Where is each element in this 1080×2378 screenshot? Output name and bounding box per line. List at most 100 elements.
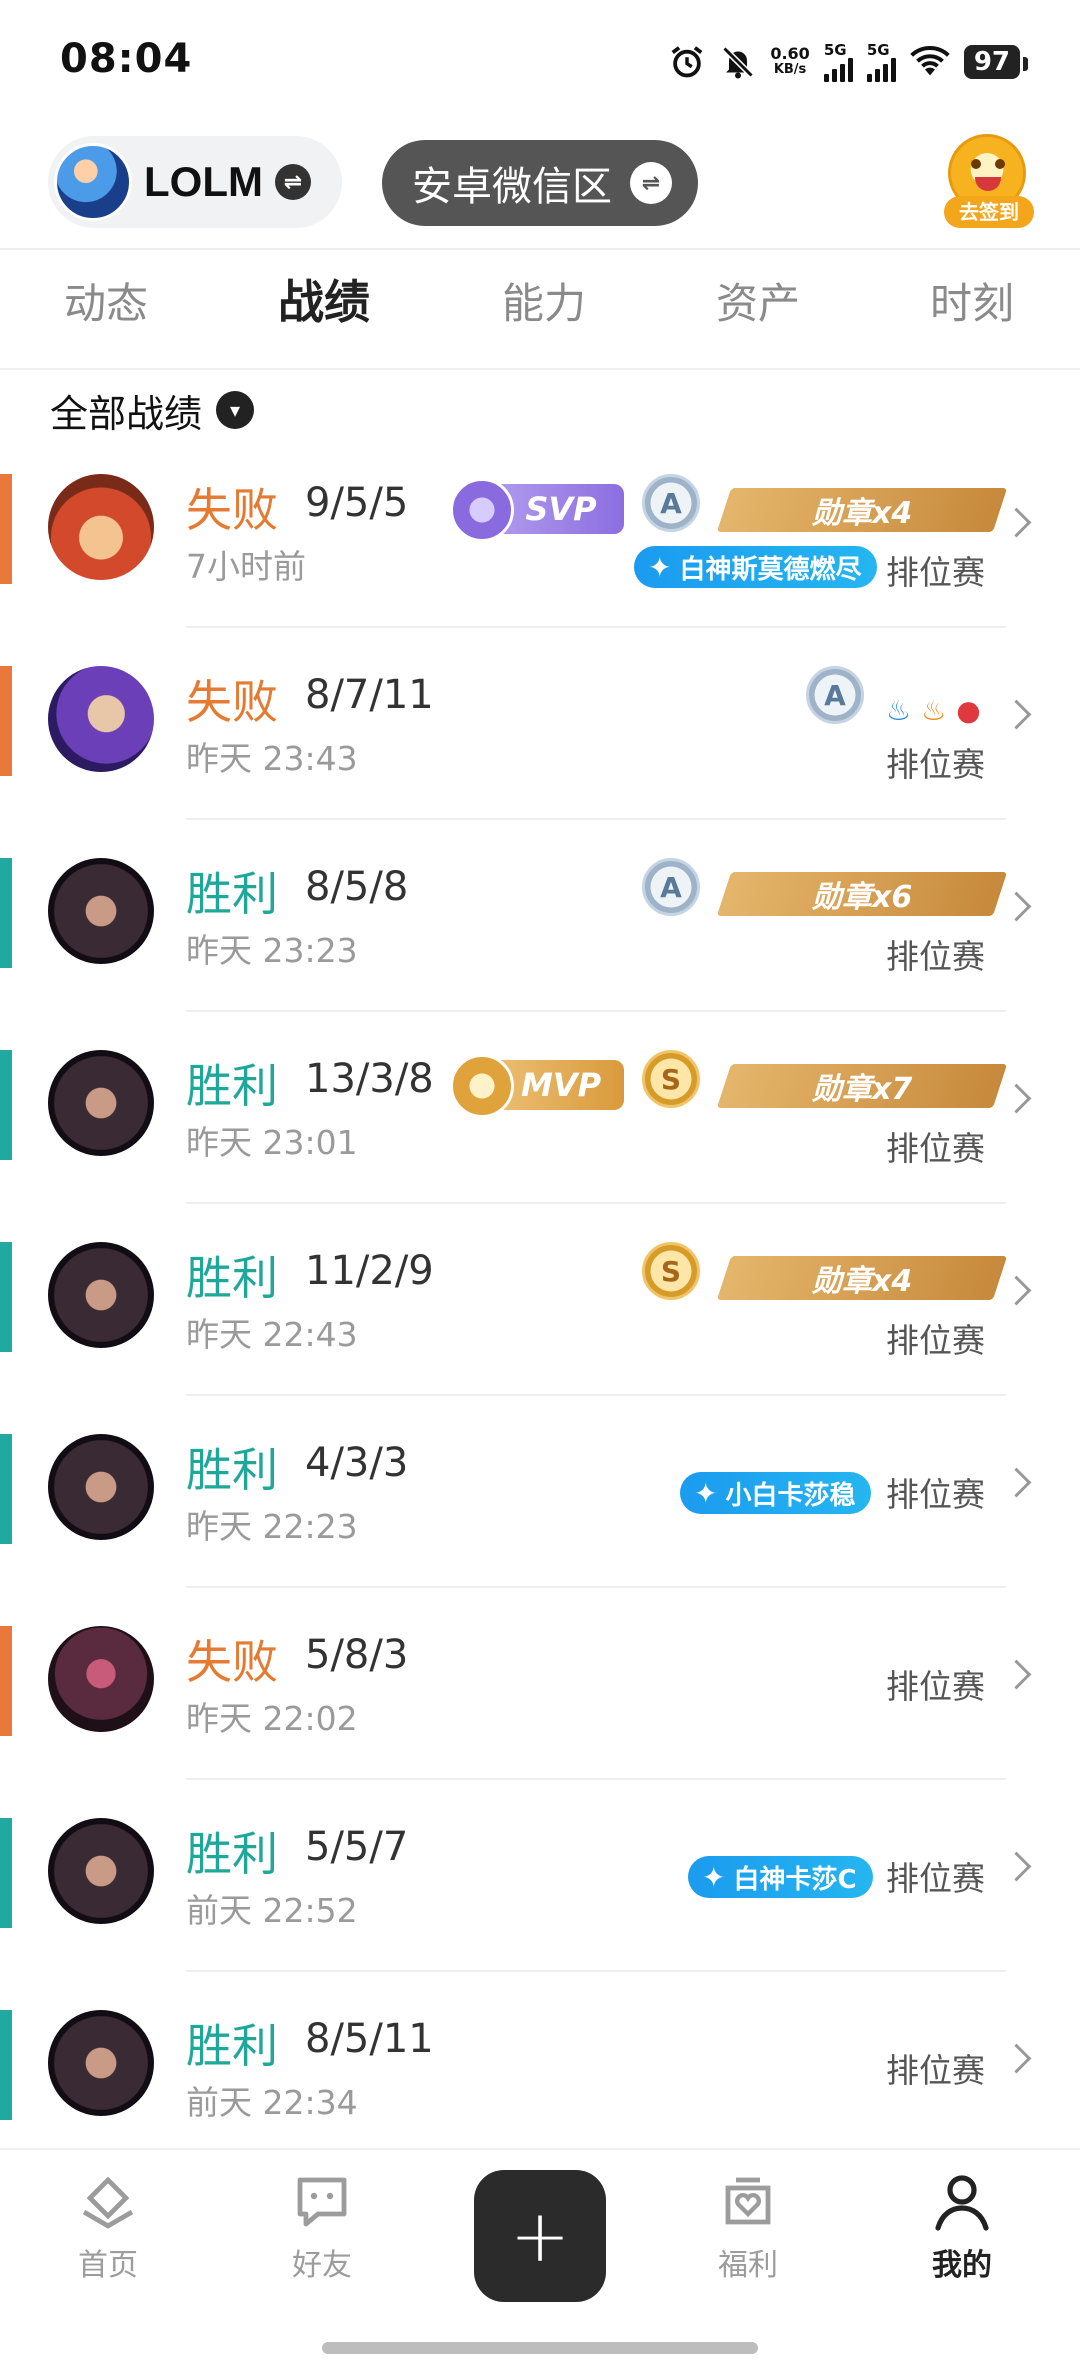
fire-icon: ♨ — [921, 694, 947, 727]
match-mode: 排位赛 — [886, 1859, 985, 1898]
match-result: 失败 — [186, 675, 278, 729]
champion-avatar — [48, 474, 154, 580]
nav-welfare[interactable]: 福利 — [678, 2172, 818, 2284]
title-badge: ✦ 白神斯莫德燃尽 — [634, 546, 878, 588]
wifi-icon — [910, 46, 950, 76]
champion-avatar — [48, 2010, 154, 2116]
match-row[interactable]: 胜利 11/2/9 昨天 22:43 S 勋章x4 排位赛 — [0, 1242, 1080, 1432]
match-time: 前天 22:34 — [186, 2083, 358, 2122]
match-result: 胜利 — [186, 1827, 278, 1881]
mute-bell-icon — [722, 46, 754, 79]
match-kda: 9/5/5 — [305, 480, 409, 526]
nav-me[interactable]: 我的 — [892, 2172, 1032, 2284]
match-time: 昨天 22:23 — [186, 1507, 358, 1546]
champion-avatar — [48, 1242, 154, 1348]
match-time: 昨天 23:23 — [186, 931, 358, 970]
match-kda: 8/5/8 — [305, 864, 409, 910]
signal-1-icon: 5G — [823, 42, 853, 82]
divider — [186, 1778, 1006, 1780]
match-mode: 排位赛 — [886, 553, 985, 592]
swap-icon: ⇌ — [630, 162, 672, 204]
match-row[interactable]: 胜利 5/5/7 前天 22:52 ✦ 白神卡莎C 排位赛 — [0, 1818, 1080, 2008]
game-name: LOLM — [144, 158, 263, 205]
record-filter-dropdown[interactable]: 全部战绩 ▾ — [50, 384, 255, 436]
divider — [186, 1202, 1006, 1204]
nav-friends[interactable]: 好友 — [252, 2172, 392, 2284]
server-switcher[interactable]: 安卓微信区 ⇌ — [382, 140, 698, 226]
match-row[interactable]: 胜利 8/5/8 昨天 23:23 A 勋章x6 排位赛 — [0, 858, 1080, 1048]
match-result: 胜利 — [186, 1443, 278, 1497]
champion-avatar — [48, 858, 154, 964]
champion-avatar — [48, 1626, 154, 1732]
sparkle-icon: ✦ — [648, 550, 672, 584]
game-avatar — [54, 143, 132, 221]
tab-assets[interactable]: 资产 — [716, 270, 800, 331]
signal-2-icon: 5G — [866, 42, 896, 82]
match-row[interactable]: 失败 8/7/11 昨天 23:43 A ♨ ♨ ● 排位赛 — [0, 666, 1080, 856]
game-switcher[interactable]: LOLM ⇌ — [48, 136, 342, 228]
nav-home[interactable]: 首页 — [38, 2172, 178, 2284]
chevron-right-icon — [1001, 1467, 1032, 1498]
signin-button[interactable]: 去签到 — [944, 134, 1034, 234]
nav-label: 首页 — [78, 2248, 138, 2283]
grade-a-icon: A — [642, 858, 700, 916]
sparkle-icon: ✦ — [702, 1860, 726, 1894]
result-bar — [0, 1818, 12, 1928]
title-badge: ✦ 小白卡莎稳 — [680, 1472, 872, 1514]
home-icon — [76, 2172, 140, 2232]
nav-label: 福利 — [718, 2248, 778, 2283]
status-time: 08:04 — [60, 36, 193, 82]
user-icon — [930, 2172, 994, 2232]
medal-badge: 勋章x6 — [716, 872, 1008, 916]
match-kda: 11/2/9 — [305, 1248, 434, 1294]
result-bar — [0, 1242, 12, 1352]
result-bar — [0, 1050, 12, 1160]
match-result: 胜利 — [186, 1251, 278, 1305]
tab-moments[interactable]: 时刻 — [930, 270, 1014, 331]
divider — [186, 626, 1006, 628]
chat-bubble-icon — [290, 2172, 354, 2232]
match-mode: 排位赛 — [886, 937, 985, 976]
champion-avatar — [48, 1434, 154, 1540]
match-row[interactable]: 失败 5/8/3 昨天 22:02 排位赛 — [0, 1626, 1080, 1816]
match-kda: 8/5/11 — [305, 2016, 434, 2062]
mvp-badge: MVP — [450, 1054, 624, 1118]
match-kda: 5/5/7 — [305, 1824, 409, 1870]
sparkle-icon: ✦ — [694, 1476, 718, 1510]
champion-avatar — [48, 666, 154, 772]
plus-icon: + — [509, 2194, 571, 2278]
medal-badge: 勋章x4 — [716, 1256, 1008, 1300]
chevron-right-icon — [1001, 1851, 1032, 1882]
mvp-emblem-icon — [450, 1054, 514, 1118]
match-time: 7小时前 — [186, 547, 306, 586]
tab-records[interactable]: 战绩 — [278, 266, 370, 332]
match-time: 前天 22:52 — [186, 1891, 358, 1930]
tab-ability[interactable]: 能力 — [502, 270, 586, 331]
home-indicator[interactable] — [322, 2342, 758, 2354]
match-result: 胜利 — [186, 867, 278, 921]
result-bar — [0, 1434, 12, 1544]
signin-label: 去签到 — [944, 196, 1034, 228]
filter-label: 全部战绩 — [50, 391, 203, 436]
blood-drop-icon: ● — [956, 694, 981, 727]
champion-avatar — [48, 1818, 154, 1924]
result-bar — [0, 666, 12, 776]
match-row[interactable]: 失败 9/5/5 7小时前 SVP A 勋章x4 ✦ 白神斯莫德燃尽 排位赛 — [0, 474, 1080, 664]
match-row[interactable]: 胜利 4/3/3 昨天 22:23 ✦ 小白卡莎稳 排位赛 — [0, 1434, 1080, 1624]
match-mode: 排位赛 — [886, 745, 985, 784]
chevron-right-icon — [1001, 507, 1032, 538]
chevron-right-icon — [1001, 1083, 1032, 1114]
result-bar — [0, 858, 12, 968]
grade-a-icon: A — [642, 474, 700, 532]
match-result: 胜利 — [186, 2019, 278, 2073]
match-mode: 排位赛 — [886, 1475, 985, 1514]
match-mode: 排位赛 — [886, 1129, 985, 1168]
match-result: 胜利 — [186, 1059, 278, 1113]
match-result: 失败 — [186, 483, 278, 537]
tab-feed[interactable]: 动态 — [64, 270, 148, 331]
status-bar: 08:04 0.60 KB/s 5G 5G 97 — [0, 0, 1080, 120]
water-flame-icon: ♨ — [886, 694, 912, 727]
match-row[interactable]: 胜利 13/3/8 昨天 23:01 MVP S 勋章x7 排位赛 — [0, 1050, 1080, 1240]
create-post-button[interactable]: + — [474, 2170, 606, 2302]
match-mode: 排位赛 — [886, 2051, 985, 2090]
